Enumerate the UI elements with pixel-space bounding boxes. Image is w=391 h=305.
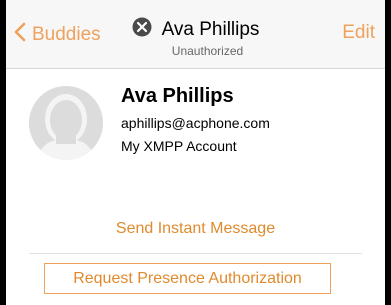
buddy-detail-screen: Buddies Ava Phillips Unauthorized Edit A… — [0, 0, 391, 305]
close-circle-icon — [132, 17, 152, 43]
contact-name: Ava Phillips — [121, 85, 234, 107]
person-silhouette-icon — [29, 86, 103, 164]
send-instant-message-button[interactable]: Send Instant Message — [6, 220, 385, 238]
avatar — [29, 86, 103, 160]
nav-title-group: Ava Phillips Unauthorized — [6, 17, 385, 58]
contact-account: My XMPP Account — [121, 138, 237, 154]
navigation-bar: Buddies Ava Phillips Unauthorized Edit — [6, 0, 385, 69]
request-presence-authorization-button[interactable]: Request Presence Authorization — [44, 263, 331, 294]
page-title: Ava Phillips — [161, 19, 260, 40]
contact-email: aphillips@acphone.com — [121, 115, 270, 131]
edit-button[interactable]: Edit — [342, 22, 375, 44]
presence-status: Unauthorized — [171, 44, 244, 58]
frame-edge-right — [385, 0, 391, 305]
divider — [29, 253, 362, 254]
